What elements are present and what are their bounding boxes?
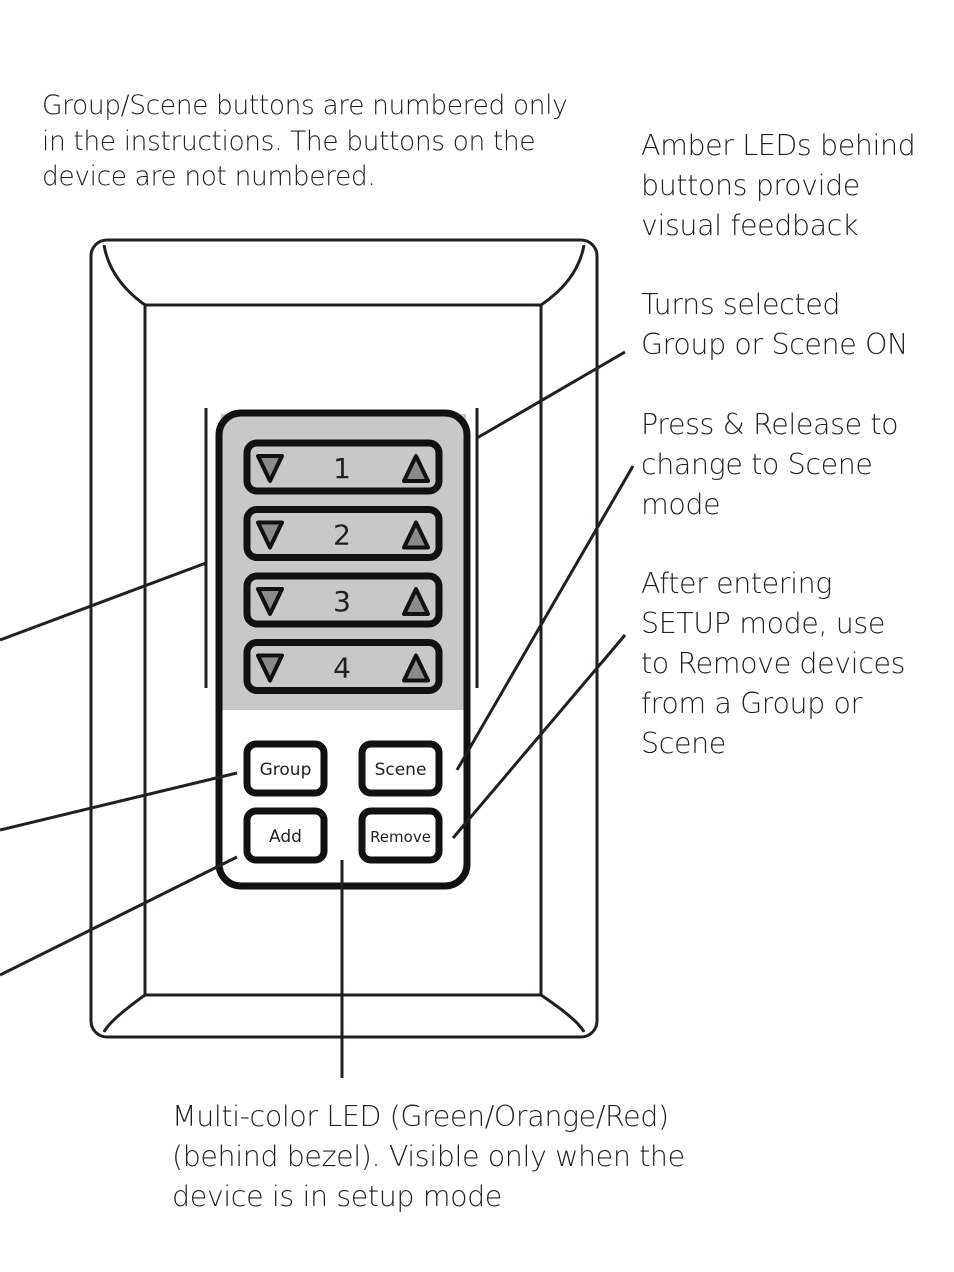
rocker-number: 2 [333, 519, 351, 552]
turns-on-note: Turns selected Group or Scene ON [641, 288, 908, 361]
rocker-number: 4 [333, 652, 351, 685]
add-button[interactable]: Add [243, 807, 328, 864]
rocker-number: 1 [333, 452, 351, 485]
scene-button-label: Scene [375, 760, 427, 780]
amber-leds-note: Amber LEDs behind buttons provide visual… [641, 129, 916, 242]
rocker-number: 3 [333, 585, 351, 618]
remove-button-label: Remove [370, 828, 431, 846]
numbering-note: Group/Scene buttons are numbered only in… [42, 90, 568, 192]
group-button-label: Group [260, 760, 312, 780]
add-button-label: Add [269, 827, 302, 847]
group-button[interactable]: Group [243, 740, 328, 797]
remove-button[interactable]: Remove [358, 807, 443, 864]
remove-note: After entering SETUP mode, use to Remove… [641, 567, 906, 760]
diagram: { "annotations": { "numbering_note": "Gr… [0, 0, 954, 1272]
scene-mode-note: Press & Release to change to Scene mode [641, 408, 899, 521]
multicolor-led-note: Multi-color LED (Green/Orange/Red) (behi… [172, 1100, 685, 1213]
scene-button[interactable]: Scene [358, 740, 443, 797]
